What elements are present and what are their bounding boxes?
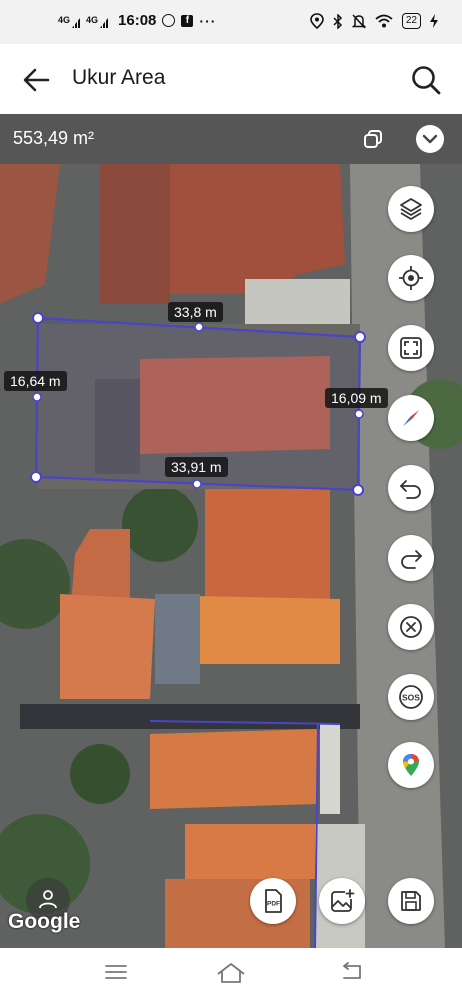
midpoint-handle[interactable] <box>32 392 42 402</box>
signal-2-icon: 4G <box>86 16 108 25</box>
vertex-handle[interactable] <box>32 312 44 324</box>
app-bar: Ukur Area <box>0 44 462 114</box>
undo-icon <box>400 480 421 499</box>
location-icon <box>310 13 324 29</box>
layers-button[interactable] <box>388 186 434 232</box>
edge-length-bottom: 33,91 m <box>165 457 228 477</box>
menu-icon[interactable] <box>104 962 128 982</box>
undo-button[interactable] <box>388 465 434 511</box>
status-bar: 4G 4G 16:08 f ··· 22 <box>0 0 462 44</box>
bluetooth-icon <box>333 13 342 29</box>
signal-1-icon: 4G <box>58 16 80 25</box>
vertex-handle[interactable] <box>352 484 364 496</box>
page-title: Ukur Area <box>72 66 166 89</box>
facebook-icon: f <box>181 14 194 27</box>
redo-button[interactable] <box>388 535 434 581</box>
more-notifications: ··· <box>199 12 217 29</box>
back-nav-icon[interactable] <box>340 962 364 982</box>
google-maps-button[interactable] <box>388 742 434 788</box>
compass-button[interactable] <box>388 395 434 441</box>
vertex-handle[interactable] <box>354 331 366 343</box>
expand-button[interactable] <box>416 125 444 153</box>
layers-icon <box>400 198 422 220</box>
export-pdf-button[interactable]: PDF <box>250 878 296 924</box>
sos-icon: SOS <box>399 685 423 709</box>
vertex-handle[interactable] <box>30 471 42 483</box>
area-value: 553,49 m² <box>13 128 95 148</box>
midpoint-handle[interactable] <box>354 409 364 419</box>
edge-length-right: 16,09 m <box>325 388 388 408</box>
add-photo-button[interactable] <box>319 878 365 924</box>
whatsapp-icon <box>162 14 176 27</box>
edge-length-left: 16,64 m <box>4 371 67 391</box>
search-icon[interactable] <box>410 64 442 96</box>
midpoint-handle[interactable] <box>192 479 202 489</box>
compass-icon <box>403 410 419 426</box>
redo-icon <box>401 550 422 569</box>
chevron-down-icon <box>422 134 438 144</box>
back-arrow-icon[interactable] <box>20 64 52 96</box>
copy-icon[interactable] <box>360 126 386 152</box>
add-photo-icon <box>331 889 355 912</box>
fit-screen-icon <box>400 337 422 359</box>
system-nav-bar <box>0 948 462 1000</box>
svg-text:SOS: SOS <box>402 693 420 703</box>
clock: 16:08 <box>118 12 157 29</box>
midpoint-handle[interactable] <box>194 322 204 332</box>
google-attribution: Google <box>8 910 81 933</box>
battery-indicator: 22 <box>401 13 421 29</box>
my-location-button[interactable] <box>388 255 434 301</box>
edge-length-top: 33,8 m <box>168 302 223 322</box>
clear-button[interactable] <box>388 604 434 650</box>
mute-icon <box>351 13 366 29</box>
sos-button[interactable]: SOS <box>388 674 434 720</box>
wifi-icon <box>375 14 393 28</box>
charging-icon <box>430 14 438 28</box>
fit-screen-button[interactable] <box>388 325 434 371</box>
area-result-bar: 553,49 m² <box>0 114 462 164</box>
save-icon <box>401 891 421 911</box>
gps-target-icon <box>399 266 423 290</box>
svg-text:PDF: PDF <box>267 901 280 908</box>
pdf-icon: PDF <box>265 889 282 913</box>
clear-icon <box>400 616 422 638</box>
satellite-map[interactable]: 33,8 m 16,64 m 16,09 m 33,91 m SOS Googl… <box>0 164 462 948</box>
google-maps-icon <box>403 754 419 776</box>
home-icon[interactable] <box>216 962 246 984</box>
save-button[interactable] <box>388 878 434 924</box>
